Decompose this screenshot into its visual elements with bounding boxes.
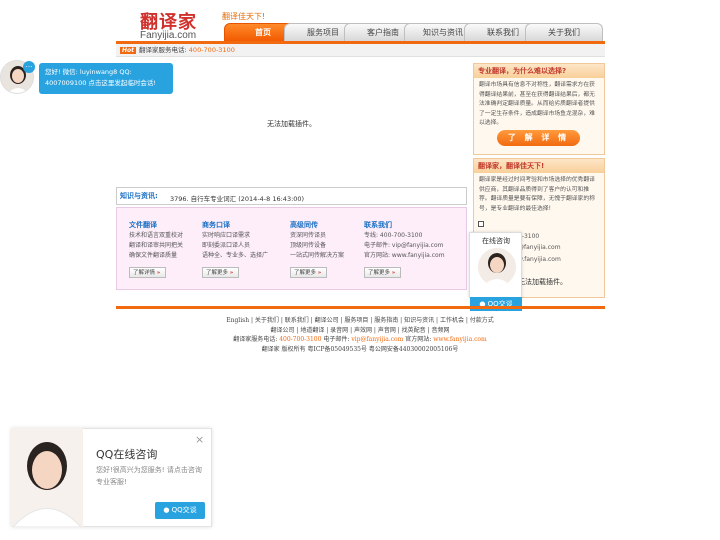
- trust-panel-line: 荐。翻译质量是要有保障，无愧于翻译家的称: [479, 196, 595, 202]
- qq-chat-label: QQ交谈: [171, 506, 197, 514]
- service-title[interactable]: 商务口译: [202, 220, 230, 230]
- service-title[interactable]: 高级同传: [290, 220, 318, 230]
- footer-site[interactable]: www.fanyijia.com: [433, 336, 487, 343]
- service-line: 电子邮件: vip@fanyijia.com: [364, 242, 444, 249]
- service-more-label: 了解详情: [133, 270, 156, 276]
- footer-links[interactable]: English | 关于我们 | 联系我们 | 翻译公司 | 服务项目 | 服务…: [0, 315, 720, 324]
- slogan: 翻译佳天下!: [222, 12, 266, 21]
- news-title: 知识与资讯:: [120, 192, 158, 200]
- footer-links-secondary[interactable]: 翻译公司 | 地道翻译 | 录音网 | 声效网 | 声音网 | 找英配音 | 音…: [0, 325, 720, 334]
- chat-bubble-line: 您好! 微信: luyinwang8 QQ:: [45, 68, 132, 76]
- close-icon[interactable]: ×: [195, 433, 204, 446]
- double-arrow-icon: »: [317, 270, 322, 276]
- footer-email[interactable]: vip@fanyijia.com: [351, 336, 403, 343]
- double-arrow-icon: »: [391, 270, 396, 276]
- service-line: 技术和语言双重校对: [129, 232, 184, 239]
- service-line: 翻译和译审共同把关: [129, 242, 184, 249]
- service-line: 顶级同传设备: [290, 242, 327, 249]
- service-more-label: 了解更多: [206, 270, 229, 276]
- service-line: 确保文件翻译质量: [129, 252, 178, 259]
- trust-panel-line: 供应商，其翻译品质得到了客户的认可和推: [479, 186, 590, 193]
- qq-popup-title: QQ在线咨询: [96, 448, 158, 461]
- why-panel-line: 了一定生存条件，造成翻译市场鱼龙混杂，难: [479, 110, 595, 117]
- qq-agent-photo: [11, 428, 83, 527]
- double-arrow-icon: »: [229, 270, 234, 276]
- footer-email-label: 电子邮件:: [323, 336, 350, 343]
- footer-divider: [116, 306, 605, 309]
- service-line: 即刻委派口译人员: [202, 242, 251, 249]
- why-panel-line: 法准确判定翻译质量。从而给劣质翻译者提供: [479, 101, 595, 107]
- footer-contact-label: 翻译家服务电话:: [233, 336, 278, 343]
- footer-copyright: 翻译家 版权所有 粤ICP备05049535号 粤公网安备44030002005…: [261, 346, 459, 353]
- trust-panel-line: 翻译家是经过时间考验和市场选择的优秀翻译: [479, 177, 595, 183]
- hotline-label: 翻译家服务电话:: [139, 46, 187, 54]
- chat-bubble-line: 4007009100 点击这里发起临时会话!: [45, 79, 157, 87]
- why-panel-title: 专业翻译，为什么难以选择?: [474, 64, 604, 78]
- panel-peek-site: w.fanyijia.com: [518, 256, 561, 263]
- footer-contact: 翻译家服务电话: 400-700-3100 电子邮件: vip@fanyijia…: [0, 334, 720, 343]
- service-line: 专线: 400-700-3100: [364, 232, 423, 239]
- footer-site-label: 官方网站:: [405, 336, 432, 343]
- chat-bubble[interactable]: 您好! 微信: luyinwang8 QQ: 4007009100 点击这里发起…: [39, 63, 173, 94]
- learn-details-button[interactable]: 了 解 详 情: [497, 130, 580, 146]
- service-line: 官方网站: www.fanyijia.com: [364, 252, 445, 259]
- service-more-button[interactable]: 了解更多 »: [364, 267, 401, 278]
- service-title[interactable]: 联系我们: [364, 220, 392, 230]
- hot-badge: Hot: [120, 47, 137, 54]
- news-item-link[interactable]: 3796. 自行车专业词汇 (2014-4-8 16:43:00): [170, 193, 304, 203]
- trust-panel-body: 翻译家是经过时间考验和市场选择的优秀翻译 供应商，其翻译品质得到了客户的认可和推…: [474, 173, 604, 217]
- service-line: 一站式同传解决方案: [290, 252, 345, 259]
- consult-title: 在线咨询: [482, 237, 510, 245]
- service-title[interactable]: 文件翻译: [129, 220, 157, 230]
- service-more-label: 了解更多: [368, 270, 391, 276]
- double-arrow-icon: »: [156, 270, 161, 276]
- qq-chat-button[interactable]: ● QQ交谈: [155, 502, 205, 519]
- trust-panel-line: 号，是专业翻译的最佳选择!: [479, 205, 551, 212]
- service-more-button[interactable]: 了解更多 »: [202, 267, 239, 278]
- qq-penguin-icon: ●: [163, 506, 170, 514]
- why-panel-line: 翻译市场具有信息不对称性，翻译需求方在获: [479, 82, 595, 88]
- service-line: 资深同传译员: [290, 232, 327, 239]
- qq-popup-desc: 您好!很高兴为您服务! 请点击咨询专业客服!: [96, 466, 202, 486]
- why-panel-line: 以选择。: [479, 120, 503, 126]
- service-more-label: 了解更多: [294, 270, 317, 276]
- chat-dots-icon: …: [23, 61, 35, 73]
- consult-avatar: [478, 248, 516, 286]
- trust-panel-title: 翻译家，翻译佳天下!: [474, 159, 604, 173]
- plugin-message: 无法加载插件。: [267, 120, 316, 128]
- service-more-button[interactable]: 了解详情 »: [129, 267, 166, 278]
- panel-peek-email: @fanyijia.com: [518, 244, 561, 251]
- footer-phone: 400-700-3100: [279, 336, 322, 343]
- service-line: 语种全、专业多、选择广: [202, 252, 269, 259]
- tab-about[interactable]: 关于我们: [525, 23, 603, 41]
- why-panel-line: 得翻译结果前，甚至在获得翻译结果后，都无: [479, 91, 595, 98]
- panel-peek-plugin: 无法加载插件。: [518, 278, 567, 286]
- why-panel-body: 翻译市场具有信息不对称性，翻译需求方在获 得翻译结果前，甚至在获得翻译结果后，都…: [474, 78, 604, 132]
- checkbox-marker: [478, 221, 484, 227]
- service-more-button[interactable]: 了解更多 »: [290, 267, 327, 278]
- service-line: 实时响应口译需求: [202, 232, 251, 239]
- hotline-number: 400-700-3100: [188, 46, 235, 54]
- logo-subtitle: Fanyijia.com: [140, 30, 197, 41]
- hotline-bar: Hot 翻译家服务电话: 400-700-3100: [116, 44, 605, 57]
